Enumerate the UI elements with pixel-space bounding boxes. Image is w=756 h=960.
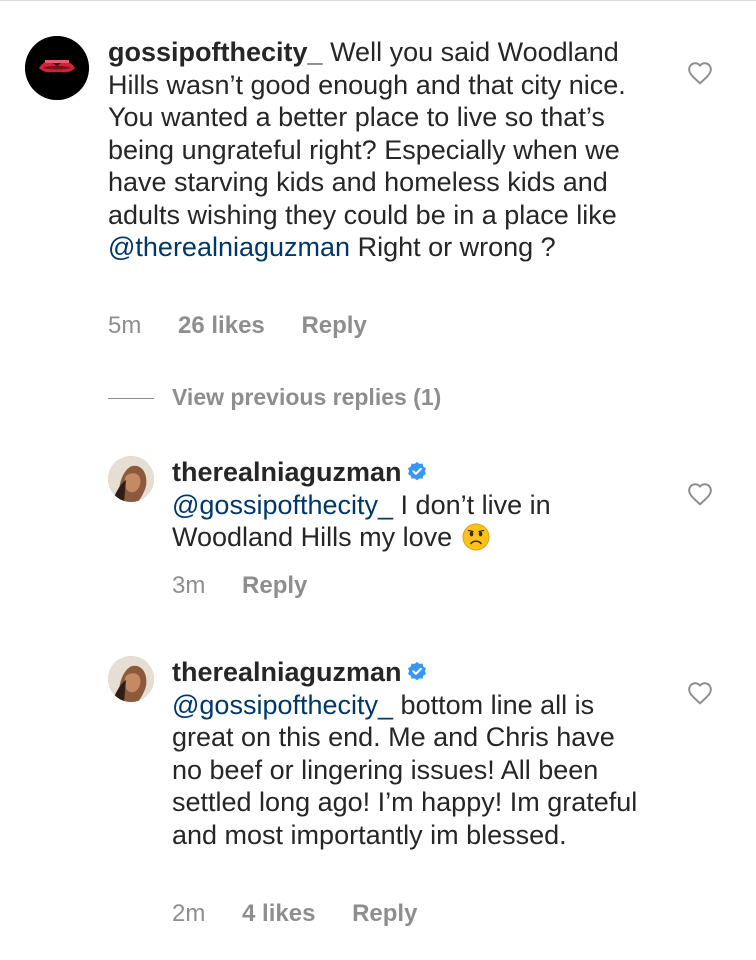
reply-1-username[interactable]: therealniaguzman (172, 457, 402, 487)
replies-line (108, 398, 154, 399)
view-previous-replies-label[interactable]: View previous replies (1) (172, 384, 441, 411)
gossip-logo-icon (25, 36, 89, 100)
like-heart-icon[interactable] (687, 482, 713, 506)
like-heart-icon[interactable] (687, 61, 713, 85)
avatar-therealniaguzman[interactable] (108, 456, 154, 502)
comment-time: 5m (108, 312, 142, 339)
reply-1-time: 3m (172, 572, 206, 599)
reply-1-text: therealniaguzman @gossipofthecity_ I don… (172, 456, 652, 554)
comment-likes[interactable]: 26 likes (178, 312, 265, 339)
profile-photo-icon (108, 456, 154, 502)
comment-username[interactable]: gossipofthecity_ (108, 37, 323, 67)
reply-2-meta: 2m 4 likes Reply (172, 900, 447, 928)
verified-badge-icon (407, 661, 426, 681)
comment-main: gossipofthecity_ Well you said Woodland … (0, 0, 756, 360)
comment-body-end: Right or wrong ? (357, 232, 556, 262)
comment-meta: 5m 26 likes Reply (108, 312, 397, 340)
reply-2-text: therealniaguzman @gossipofthecity_ botto… (172, 656, 652, 851)
avatar-gossipofthecity[interactable] (25, 36, 89, 100)
profile-photo-icon (108, 656, 154, 702)
reply-1-mention[interactable]: @gossipofthecity_ (172, 490, 393, 520)
reply-2-reply-button[interactable]: Reply (352, 900, 417, 927)
comment-mention[interactable]: @therealniaguzman (108, 232, 350, 262)
reply-2-username[interactable]: therealniaguzman (172, 657, 402, 687)
avatar-therealniaguzman[interactable] (108, 656, 154, 702)
reply-2-likes[interactable]: 4 likes (242, 900, 315, 927)
reply-2-mention[interactable]: @gossipofthecity_ (172, 690, 393, 720)
comment-reply-button[interactable]: Reply (301, 312, 366, 339)
reply-1-reply-button[interactable]: Reply (242, 572, 307, 599)
verified-badge-icon (407, 461, 426, 481)
worried-face-emoji (462, 523, 490, 551)
reply-1-meta: 3m Reply (172, 572, 337, 600)
comment-text: gossipofthecity_ Well you said Woodland … (108, 36, 653, 264)
like-heart-icon[interactable] (687, 681, 713, 705)
reply-2-time: 2m (172, 900, 206, 927)
